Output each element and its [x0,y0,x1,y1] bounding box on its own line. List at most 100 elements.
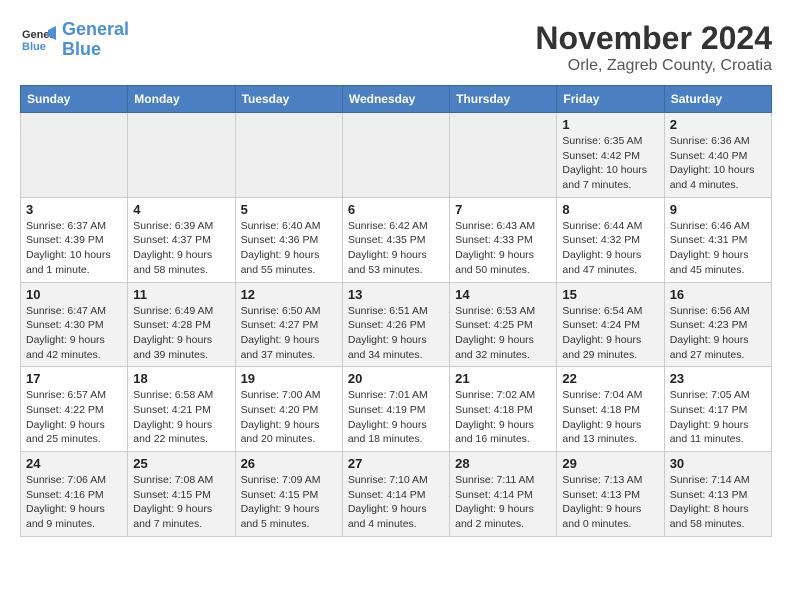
calendar-cell: 5 Sunrise: 6:40 AMSunset: 4:36 PMDaylight… [235,197,342,282]
day-info: Sunrise: 7:09 AMSunset: 4:15 PMDaylight:… [241,473,337,532]
day-number: 3 [26,202,122,217]
calendar-cell: 12 Sunrise: 6:50 AMSunset: 4:27 PMDayligh… [235,282,342,367]
day-number: 22 [562,371,658,386]
day-info: Sunrise: 7:01 AMSunset: 4:19 PMDaylight:… [348,388,444,447]
day-number: 17 [26,371,122,386]
day-info: Sunrise: 6:47 AMSunset: 4:30 PMDaylight:… [26,304,122,363]
day-number: 5 [241,202,337,217]
day-info: Sunrise: 6:37 AMSunset: 4:39 PMDaylight:… [26,219,122,278]
day-info: Sunrise: 6:57 AMSunset: 4:22 PMDaylight:… [26,388,122,447]
day-number: 10 [26,287,122,302]
calendar-week-row: 1 Sunrise: 6:35 AMSunset: 4:42 PMDaylight… [21,113,772,198]
calendar-cell: 1 Sunrise: 6:35 AMSunset: 4:42 PMDaylight… [557,113,664,198]
month-title: November 2024 [535,20,772,57]
day-info: Sunrise: 6:58 AMSunset: 4:21 PMDaylight:… [133,388,229,447]
day-number: 23 [670,371,766,386]
calendar-cell [21,113,128,198]
calendar-cell: 19 Sunrise: 7:00 AMSunset: 4:20 PMDayligh… [235,367,342,452]
calendar-header-saturday: Saturday [664,86,771,113]
calendar-cell: 24 Sunrise: 7:06 AMSunset: 4:16 PMDayligh… [21,452,128,537]
day-info: Sunrise: 7:06 AMSunset: 4:16 PMDaylight:… [26,473,122,532]
calendar-cell: 20 Sunrise: 7:01 AMSunset: 4:19 PMDayligh… [342,367,449,452]
calendar-cell: 28Sunrise: 7:11 AMSunset: 4:14 PMDayligh… [450,452,557,537]
calendar-cell: 26Sunrise: 7:09 AMSunset: 4:15 PMDayligh… [235,452,342,537]
day-info: Sunrise: 6:54 AMSunset: 4:24 PMDaylight:… [562,304,658,363]
day-info: Sunrise: 7:08 AMSunset: 4:15 PMDaylight:… [133,473,229,532]
calendar-cell: 13Sunrise: 6:51 AMSunset: 4:26 PMDayligh… [342,282,449,367]
calendar-cell: 17 Sunrise: 6:57 AMSunset: 4:22 PMDayligh… [21,367,128,452]
calendar-header-friday: Friday [557,86,664,113]
day-info: Sunrise: 6:35 AMSunset: 4:42 PMDaylight:… [562,134,658,193]
calendar-cell: 8Sunrise: 6:44 AMSunset: 4:32 PMDaylight… [557,197,664,282]
day-number: 6 [348,202,444,217]
calendar-cell: 4 Sunrise: 6:39 AMSunset: 4:37 PMDaylight… [128,197,235,282]
calendar-cell: 30Sunrise: 7:14 AMSunset: 4:13 PMDayligh… [664,452,771,537]
day-info: Sunrise: 6:40 AMSunset: 4:36 PMDaylight:… [241,219,337,278]
day-number: 12 [241,287,337,302]
calendar-header-thursday: Thursday [450,86,557,113]
page-header: General Blue GeneralBlue November 2024 O… [20,20,772,75]
day-number: 25 [133,456,229,471]
calendar-cell: 25 Sunrise: 7:08 AMSunset: 4:15 PMDayligh… [128,452,235,537]
day-number: 28 [455,456,551,471]
title-area: November 2024 Orle, Zagreb County, Croat… [535,20,772,75]
calendar-cell: 16Sunrise: 6:56 AMSunset: 4:23 PMDayligh… [664,282,771,367]
calendar-cell: 22Sunrise: 7:04 AMSunset: 4:18 PMDayligh… [557,367,664,452]
day-info: Sunrise: 7:10 AMSunset: 4:14 PMDaylight:… [348,473,444,532]
calendar-header-tuesday: Tuesday [235,86,342,113]
day-info: Sunrise: 7:00 AMSunset: 4:20 PMDaylight:… [241,388,337,447]
day-info: Sunrise: 7:13 AMSunset: 4:13 PMDaylight:… [562,473,658,532]
calendar-week-row: 3 Sunrise: 6:37 AMSunset: 4:39 PMDaylight… [21,197,772,282]
calendar-cell: 6 Sunrise: 6:42 AMSunset: 4:35 PMDaylight… [342,197,449,282]
day-number: 1 [562,117,658,132]
day-info: Sunrise: 6:46 AMSunset: 4:31 PMDaylight:… [670,219,766,278]
day-number: 18 [133,371,229,386]
day-number: 9 [670,202,766,217]
day-info: Sunrise: 7:02 AMSunset: 4:18 PMDaylight:… [455,388,551,447]
calendar-cell: 2Sunrise: 6:36 AMSunset: 4:40 PMDaylight… [664,113,771,198]
day-number: 24 [26,456,122,471]
calendar-week-row: 10 Sunrise: 6:47 AMSunset: 4:30 PMDayligh… [21,282,772,367]
calendar-cell: 15 Sunrise: 6:54 AMSunset: 4:24 PMDayligh… [557,282,664,367]
calendar-week-row: 17 Sunrise: 6:57 AMSunset: 4:22 PMDayligh… [21,367,772,452]
day-number: 21 [455,371,551,386]
day-info: Sunrise: 6:42 AMSunset: 4:35 PMDaylight:… [348,219,444,278]
day-number: 15 [562,287,658,302]
calendar-cell: 7Sunrise: 6:43 AMSunset: 4:33 PMDaylight… [450,197,557,282]
logo-text: GeneralBlue [62,20,129,60]
day-info: Sunrise: 7:05 AMSunset: 4:17 PMDaylight:… [670,388,766,447]
day-info: Sunrise: 6:39 AMSunset: 4:37 PMDaylight:… [133,219,229,278]
calendar-cell [235,113,342,198]
svg-text:Blue: Blue [22,41,46,53]
calendar-header-wednesday: Wednesday [342,86,449,113]
day-info: Sunrise: 6:36 AMSunset: 4:40 PMDaylight:… [670,134,766,193]
day-number: 7 [455,202,551,217]
calendar-header-row: SundayMondayTuesdayWednesdayThursdayFrid… [21,86,772,113]
calendar-cell [342,113,449,198]
calendar-cell: 11 Sunrise: 6:49 AMSunset: 4:28 PMDayligh… [128,282,235,367]
location-title: Orle, Zagreb County, Croatia [535,57,772,75]
day-number: 4 [133,202,229,217]
day-number: 11 [133,287,229,302]
calendar-cell [128,113,235,198]
day-number: 27 [348,456,444,471]
day-number: 16 [670,287,766,302]
day-number: 8 [562,202,658,217]
calendar-week-row: 24 Sunrise: 7:06 AMSunset: 4:16 PMDayligh… [21,452,772,537]
calendar-cell: 27 Sunrise: 7:10 AMSunset: 4:14 PMDayligh… [342,452,449,537]
day-info: Sunrise: 6:53 AMSunset: 4:25 PMDaylight:… [455,304,551,363]
day-info: Sunrise: 6:50 AMSunset: 4:27 PMDaylight:… [241,304,337,363]
calendar-table: SundayMondayTuesdayWednesdayThursdayFrid… [20,85,772,537]
calendar-header-monday: Monday [128,86,235,113]
day-info: Sunrise: 7:14 AMSunset: 4:13 PMDaylight:… [670,473,766,532]
day-info: Sunrise: 6:49 AMSunset: 4:28 PMDaylight:… [133,304,229,363]
calendar-cell: 23 Sunrise: 7:05 AMSunset: 4:17 PMDayligh… [664,367,771,452]
day-number: 20 [348,371,444,386]
day-number: 19 [241,371,337,386]
day-info: Sunrise: 6:51 AMSunset: 4:26 PMDaylight:… [348,304,444,363]
calendar-cell: 18 Sunrise: 6:58 AMSunset: 4:21 PMDayligh… [128,367,235,452]
logo-icon: General Blue [20,22,56,58]
calendar-cell: 9 Sunrise: 6:46 AMSunset: 4:31 PMDaylight… [664,197,771,282]
day-number: 14 [455,287,551,302]
day-number: 29 [562,456,658,471]
